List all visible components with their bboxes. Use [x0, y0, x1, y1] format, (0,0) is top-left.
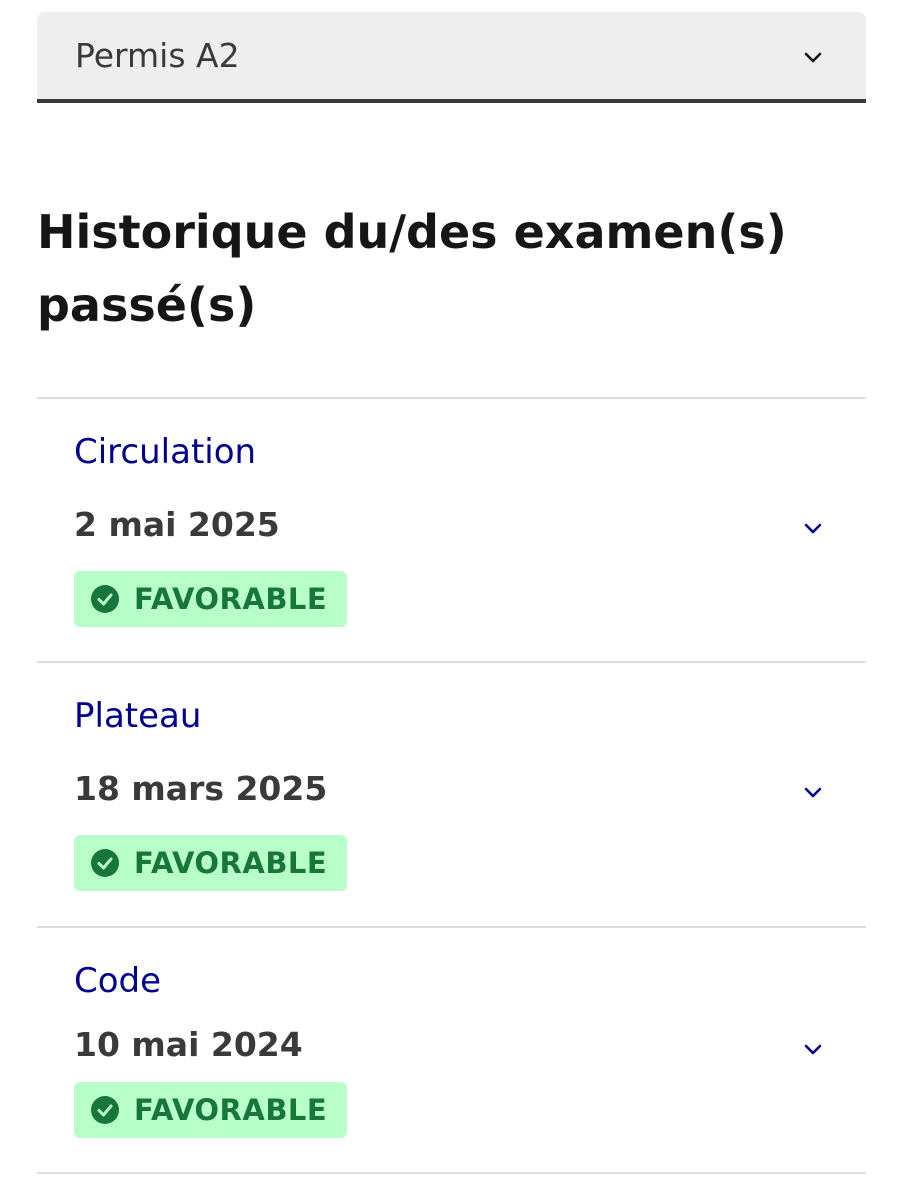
exam-item-plateau[interactable]: Plateau 18 mars 2025 FAVORABLE	[37, 663, 866, 925]
status-badge: FAVORABLE	[74, 1082, 348, 1138]
chevron-down-icon[interactable]	[802, 1038, 824, 1060]
exam-name: Code	[74, 961, 162, 1001]
exam-date: 10 mai 2024	[74, 1025, 303, 1064]
exam-date: 2 mai 2025	[74, 505, 280, 544]
exam-name: Plateau	[74, 696, 202, 736]
exam-date: 18 mars 2025	[74, 769, 328, 808]
page-title: Historique du/des examen(s) passé(s)	[37, 205, 787, 332]
status-badge-label: FAVORABLE	[134, 846, 328, 880]
exam-name: Circulation	[74, 432, 257, 472]
status-badge-label: FAVORABLE	[134, 1093, 328, 1127]
check-circle-icon	[91, 585, 119, 613]
chevron-down-icon[interactable]	[802, 781, 824, 803]
exam-item-circulation[interactable]: Circulation 2 mai 2025 FAVORABLE	[37, 399, 866, 661]
exam-item-code[interactable]: Code 10 mai 2024 FAVORABLE	[37, 928, 866, 1172]
permit-select[interactable]: Permis A2	[37, 12, 866, 103]
status-badge-label: FAVORABLE	[134, 582, 328, 616]
check-circle-icon	[91, 1096, 119, 1124]
chevron-down-icon[interactable]	[802, 517, 824, 539]
status-badge: FAVORABLE	[74, 571, 348, 627]
chevron-down-icon	[804, 52, 822, 63]
status-badge: FAVORABLE	[74, 835, 348, 891]
divider	[37, 1172, 866, 1174]
permit-select-value: Permis A2	[75, 36, 240, 75]
check-circle-icon	[91, 849, 119, 877]
